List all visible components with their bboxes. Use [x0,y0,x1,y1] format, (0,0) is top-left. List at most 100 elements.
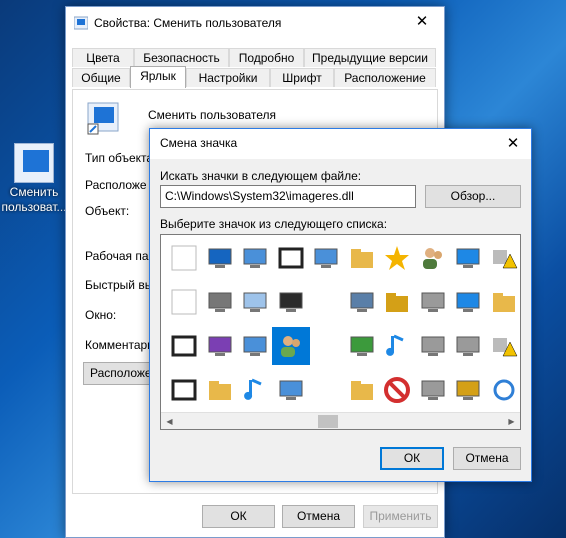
scrollbar-thumb[interactable] [318,415,338,428]
open-location-button[interactable]: Расположен [83,362,159,385]
network-pc-icon[interactable] [236,239,274,277]
props-cancel-button[interactable]: Отмена [282,505,355,528]
no-entry-icon-glyph [384,377,410,403]
label-shortcut-key: Быстрый вы [85,278,154,292]
tab-font[interactable]: Шрифт [270,68,334,87]
folder-cloud-icon[interactable] [485,283,521,321]
drive-warning-icon[interactable] [414,371,452,409]
desktop-shortcut-icon[interactable]: Сменить пользоват... [0,143,68,215]
dialog-titlebar: Смена значка ✕ [150,129,531,159]
drive-icon[interactable] [414,327,452,365]
music-note-2-icon-glyph [244,378,262,400]
warning-drive-icon[interactable] [485,239,521,277]
scroll-right-icon[interactable]: ▶ [503,413,520,429]
warning-drive-icon-glyph [492,250,517,269]
filmstrip-2-icon-glyph [171,379,197,401]
label-target: Объект: [85,204,130,218]
scroll-left-icon[interactable]: ◀ [161,413,178,429]
horizontal-scrollbar[interactable]: ◀ ▶ [161,412,520,429]
tab-shortcut[interactable]: Ярлык [130,66,186,88]
display-settings-icon[interactable] [343,283,381,321]
tab-details[interactable]: Подробно [229,48,304,67]
switch-user-large-icon [87,102,119,135]
change-icon-dialog: Смена значка ✕ Искать значки в следующем… [149,128,532,482]
drive-2-icon-glyph [456,336,480,356]
monitor-icon-glyph [279,292,302,312]
printer-icon[interactable] [201,283,239,321]
film-reel-icon[interactable] [272,239,310,277]
sync-monitor-icon[interactable] [343,327,381,365]
windows-lock-icon[interactable] [449,239,487,277]
folder-music-icon[interactable] [343,239,381,277]
refresh-icon[interactable] [485,371,521,409]
properties-title: Свойства: Сменить пользователя [94,15,282,30]
tab-general[interactable]: Общие [72,68,130,87]
music-note-icon[interactable] [378,327,416,365]
search-file-label: Искать значки в следующем файле: [160,169,362,183]
props-apply-button: Применить [363,505,438,528]
windows-tiles-icon-glyph [456,292,480,312]
display-settings-icon-glyph [350,292,373,312]
drive-lock-icon-glyph [421,292,444,312]
blank-page-2-icon[interactable] [165,283,203,321]
label-run: Окно: [85,308,117,322]
drive-2-icon[interactable] [449,327,487,365]
label-location: Расположе [85,178,147,192]
network-dots-icon[interactable] [272,371,310,409]
close-button[interactable]: ✕ [400,7,444,37]
shield-globe-icon-glyph [208,248,231,268]
tab-colors[interactable]: Цвета [72,48,134,67]
lock-warning-icon[interactable] [449,371,487,409]
lock-warning-icon-glyph [456,380,480,400]
network-dots-icon-glyph [279,380,302,400]
windows-tiles-icon[interactable] [449,283,487,321]
document-icon-glyph [243,292,267,312]
monitor-icon[interactable] [272,283,310,321]
drive-lock-icon[interactable] [414,283,452,321]
sync-monitor-icon-glyph [350,336,373,356]
filmstrip-icon[interactable] [165,327,203,365]
browse-button[interactable]: Обзор... [425,185,521,208]
laptop-icon[interactable] [236,327,274,365]
dialog-cancel-button[interactable]: Отмена [453,447,521,470]
filmstrip-icon-glyph [171,335,197,357]
icon-list[interactable]: ◀ ▶ [160,234,521,430]
network-pc-2-icon[interactable] [307,239,345,277]
tab-layout[interactable]: Расположение [334,68,436,87]
blank-page-icon[interactable] [165,239,203,277]
document-icon[interactable] [236,283,274,321]
star-icon[interactable] [378,239,416,277]
printer-icon-glyph [208,292,231,312]
user-avatar-icon[interactable] [414,239,452,277]
laptop-icon-glyph [243,336,267,356]
shield-globe-icon[interactable] [201,239,239,277]
icon-file-path-input[interactable]: C:\Windows\System32\imageres.dll [160,185,416,208]
shortcut-app-icon [74,16,88,29]
tab-settings[interactable]: Настройки [186,68,270,87]
dialog-ok-button[interactable]: ОК [380,447,444,470]
properties-tabs: Цвета Безопасность Подробно Предыдущие в… [72,48,436,90]
music-note-icon-glyph [386,334,404,356]
drive-icon-glyph [421,336,444,356]
folder-lock-icon[interactable] [343,371,381,409]
music-note-2-icon[interactable] [236,371,274,409]
search-folder-icon-glyph [386,293,408,312]
tab-previous-versions[interactable]: Предыдущие версии [304,48,436,67]
warning-lock-icon[interactable] [485,327,521,365]
tab-security[interactable]: Безопасность [134,48,229,67]
users-icon[interactable] [271,327,310,365]
props-ok-button[interactable]: ОК [202,505,275,528]
folder-music-icon-glyph [350,249,373,268]
media-pc-icon[interactable] [201,327,239,365]
no-entry-icon[interactable] [378,371,416,409]
library-folder-icon[interactable] [201,371,239,409]
search-folder-icon[interactable] [378,283,416,321]
refresh-icon-glyph [493,379,514,401]
properties-titlebar: Свойства: Сменить пользователя ✕ [66,7,444,38]
label-comment: Комментари [85,338,154,352]
dialog-close-button[interactable]: ✕ [495,129,531,159]
switch-user-icon [14,143,54,183]
label-object-type: Тип объекта [85,151,154,165]
filmstrip-2-icon[interactable] [165,371,203,409]
shortcut-name: Сменить пользователя [148,108,276,122]
